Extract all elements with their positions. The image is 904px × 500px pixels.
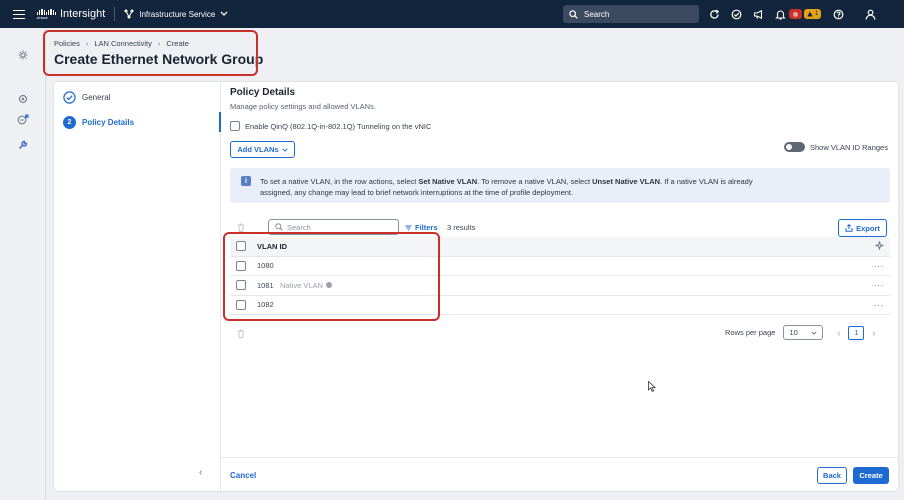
refresh-icon[interactable] [707,7,721,21]
row-actions-icon[interactable]: ··· [874,280,885,290]
vlan-range-toggle[interactable] [784,142,805,152]
step-general[interactable]: General [63,91,110,104]
chevron-down-icon [282,147,288,152]
gear-icon[interactable] [17,93,29,105]
wrench-icon[interactable] [17,139,29,151]
vlan-range-toggle-row: Show VLAN ID Ranges [784,142,888,152]
bell-icon[interactable] [773,7,787,21]
rows-per-page-label: Rows per page [725,328,776,337]
back-button[interactable]: Back [817,467,847,484]
wizard-footer: Cancel Back Create [221,457,899,491]
next-page-chevron-icon[interactable]: › [872,328,875,338]
cancel-button[interactable]: Cancel [230,471,256,480]
chevron-down-icon [811,330,818,335]
critical-alarm-badge[interactable] [789,9,802,19]
search-icon [275,223,283,231]
mouse-cursor-icon [648,381,656,392]
info-banner: i To set a native VLAN, in the row actio… [230,168,890,203]
help-icon[interactable] [831,7,845,21]
step-label: General [82,93,111,102]
chevron-down-icon [220,11,228,16]
add-vlans-button[interactable]: Add VLANs [230,141,295,158]
row-actions-icon[interactable]: ··· [874,300,885,310]
cisco-logo: cisco [37,8,56,20]
check-circle-icon [63,91,76,104]
network-icon [124,9,134,19]
settings-sparkle-icon[interactable] [875,241,884,252]
service-label: Infrastructure Service [139,9,216,19]
wizard-card: General 2 Policy Details ‹ Policy Detail… [53,81,899,492]
filter-icon [405,224,412,231]
left-rail [0,28,46,500]
top-bar: cisco Intersight Infrastructure Service … [0,0,904,28]
global-search[interactable]: Search [563,5,699,23]
info-text: To set a native VLAN, in the row actions… [260,177,753,197]
trash-icon[interactable] [237,223,245,232]
results-count: 3 results [447,223,476,232]
section-subtitle: Manage policy settings and allowed VLANs… [230,102,376,111]
user-icon[interactable] [863,7,877,21]
step-label: Policy Details [82,118,135,127]
app-title: Intersight [60,8,106,20]
trash-icon[interactable] [237,329,245,338]
export-button[interactable]: Export [838,219,887,237]
row-actions-icon[interactable]: ··· [874,261,885,271]
warning-alarm-badge[interactable]: 1 [804,9,822,19]
toggle-label: Show VLAN ID Ranges [810,142,888,152]
qinq-checkbox[interactable] [230,121,240,131]
menu-icon[interactable] [13,9,25,19]
wizard-steps: General 2 Policy Details ‹ [54,82,221,491]
section-title: Policy Details [230,87,296,98]
qinq-checkbox-row[interactable]: Enable QinQ (802.1Q-in-802.1Q) Tunneling… [230,121,431,131]
settings-gear-icon[interactable] [17,49,29,61]
pagination: Rows per page 10 ‹ 1 › [725,325,875,340]
qinq-label: Enable QinQ (802.1Q-in-802.1Q) Tunneling… [245,121,432,131]
title-highlight-annotation [43,30,258,76]
warning-icon [807,11,813,17]
operate-icon[interactable] [17,114,29,126]
filters-button[interactable]: Filters [405,223,438,232]
search-placeholder: Search [287,222,311,232]
search-icon [569,9,578,19]
export-icon [845,224,853,232]
megaphone-icon[interactable] [751,7,765,21]
search-label: Search [584,9,610,19]
step-number: 2 [63,116,76,129]
page-number[interactable]: 1 [848,325,865,340]
step-policy-details[interactable]: 2 Policy Details [63,116,134,129]
info-icon: i [241,176,251,186]
prev-page-chevron-icon[interactable]: ‹ [837,328,840,338]
table-highlight-annotation [223,232,440,321]
check-circle-icon[interactable] [729,7,743,21]
divider [114,7,116,21]
collapse-chevron-icon[interactable]: ‹ [199,467,202,478]
rows-per-page-select[interactable]: 10 [783,325,824,340]
service-selector[interactable]: Infrastructure Service [124,9,228,19]
create-button[interactable]: Create [853,467,889,484]
